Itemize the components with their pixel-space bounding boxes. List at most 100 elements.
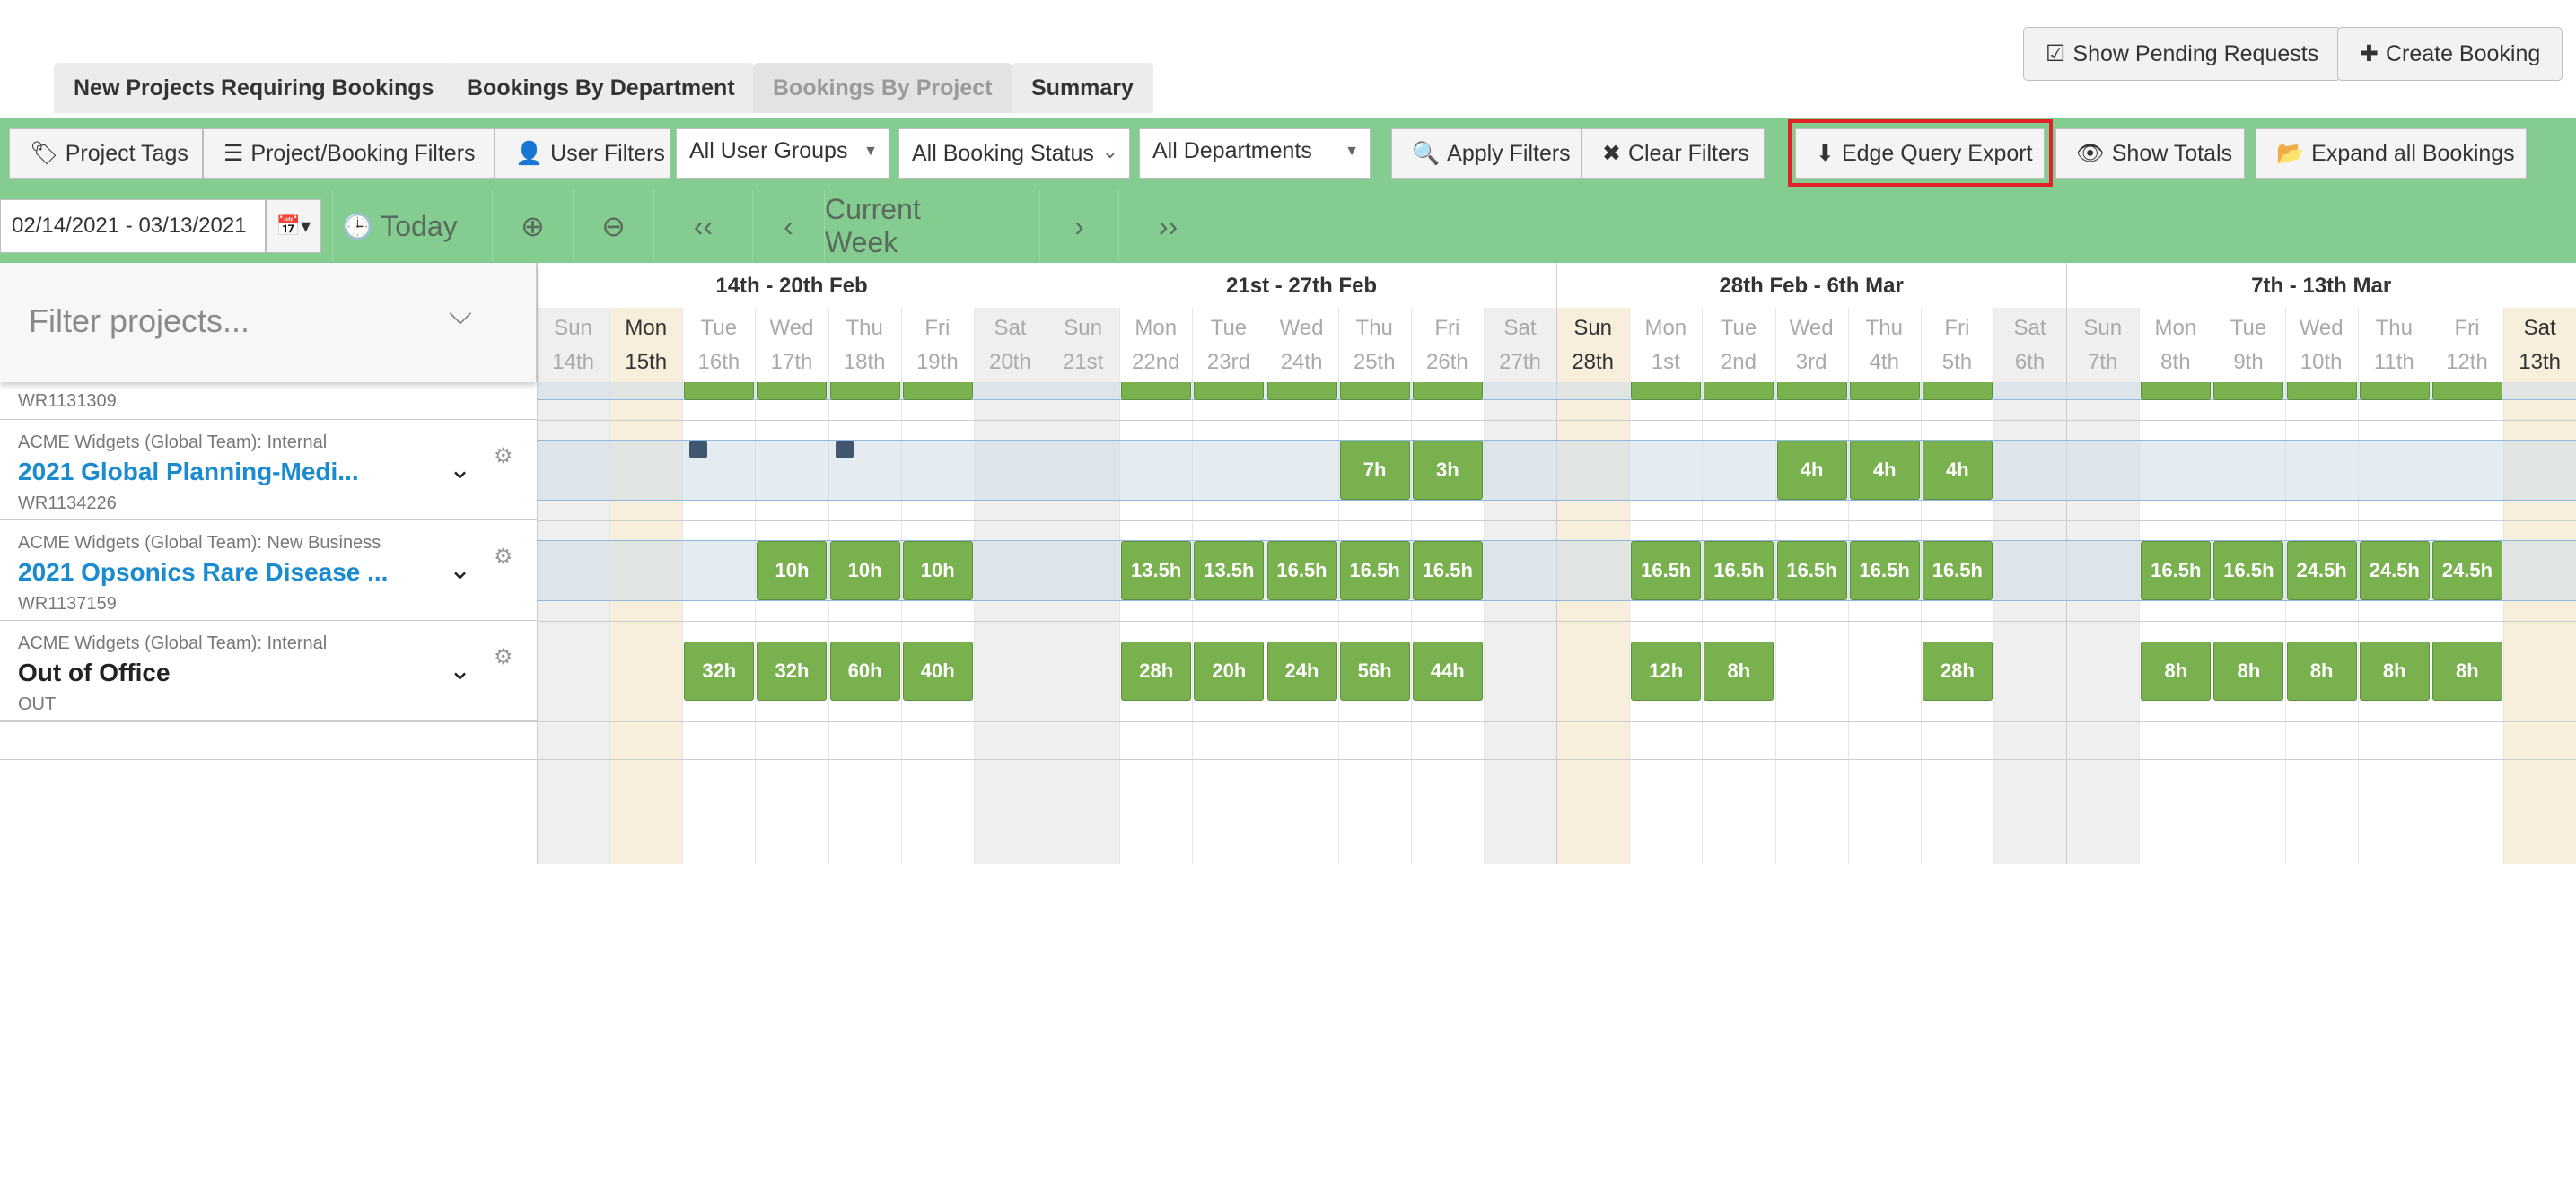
- booking-block[interactable]: [684, 382, 755, 400]
- current-week-button[interactable]: Current Week: [824, 190, 968, 262]
- tab-bookings-by-project[interactable]: Bookings By Project: [753, 63, 1012, 113]
- booking-block[interactable]: 12h: [1631, 642, 1702, 701]
- booking-block[interactable]: 8h: [2286, 642, 2357, 701]
- booking-block[interactable]: 4h: [1849, 441, 1920, 500]
- next-week-button[interactable]: ›: [1039, 190, 1118, 262]
- booking-block[interactable]: 8h: [2141, 642, 2212, 701]
- filter-projects-input[interactable]: Filter projects...: [29, 302, 250, 340]
- booking-block[interactable]: 16.5h: [1776, 541, 1847, 600]
- booking-block[interactable]: 16.5h: [1412, 541, 1483, 600]
- booking-block[interactable]: 44h: [1412, 642, 1483, 701]
- user-filters-button[interactable]: 👤 User Filters: [495, 128, 670, 179]
- departments-select[interactable]: All Departments ▼: [1139, 128, 1371, 179]
- expand-row-chevron-icon[interactable]: ⌄: [449, 554, 471, 586]
- booking-block[interactable]: 16.5h: [2213, 541, 2284, 600]
- booking-block[interactable]: 13.5h: [1194, 541, 1265, 600]
- clear-filters-button[interactable]: ✖ Clear Filters: [1582, 128, 1765, 179]
- booking-block[interactable]: [1266, 382, 1337, 400]
- booking-block[interactable]: 10h: [757, 541, 828, 600]
- booking-block[interactable]: 24h: [1266, 642, 1337, 701]
- zoom-in-button[interactable]: ⊕: [492, 190, 573, 262]
- today-button[interactable]: 🕒 Today: [332, 190, 467, 262]
- booking-block[interactable]: 3h: [1412, 441, 1483, 500]
- pending-marker[interactable]: [689, 441, 708, 458]
- booking-block[interactable]: [1412, 382, 1483, 400]
- booking-block[interactable]: 32h: [757, 642, 828, 701]
- booking-block[interactable]: 7h: [1339, 441, 1410, 500]
- project-booking-filters-button[interactable]: ☰ Project/Booking Filters: [203, 128, 495, 179]
- booking-block[interactable]: 16.5h: [1631, 541, 1702, 600]
- tab-bookings-by-department[interactable]: Bookings By Department: [447, 63, 755, 113]
- booking-block[interactable]: [1704, 382, 1774, 400]
- booking-block[interactable]: [2431, 382, 2502, 400]
- show-pending-requests-button[interactable]: ☑ Show Pending Requests: [2023, 27, 2342, 81]
- gear-icon[interactable]: ⚙: [494, 443, 513, 469]
- booking-block[interactable]: 4h: [1776, 441, 1847, 500]
- booking-block[interactable]: 13.5h: [1121, 541, 1192, 600]
- project-name-link[interactable]: 2021 Global Planning-Medi...: [18, 458, 359, 486]
- booking-block[interactable]: 28h: [1121, 642, 1192, 701]
- tab-summary[interactable]: Summary: [1012, 63, 1153, 113]
- booking-block[interactable]: 16.5h: [1922, 541, 1993, 600]
- previous-week-button[interactable]: ‹: [752, 190, 824, 262]
- booking-block[interactable]: [1339, 382, 1410, 400]
- booking-block[interactable]: [829, 382, 900, 400]
- calendar-dropdown-button[interactable]: 📅▾: [266, 199, 321, 253]
- booking-block[interactable]: 24.5h: [2431, 541, 2502, 600]
- jump-back-button[interactable]: ‹‹: [653, 190, 752, 262]
- create-booking-button[interactable]: ✚ Create Booking: [2337, 27, 2563, 81]
- expand-row-chevron-icon[interactable]: ⌄: [449, 655, 471, 686]
- expand-row-chevron-icon[interactable]: ⌄: [449, 454, 471, 485]
- booking-block[interactable]: 10h: [902, 541, 973, 600]
- booking-block[interactable]: 16.5h: [2141, 541, 2212, 600]
- pending-marker[interactable]: [835, 441, 854, 458]
- booking-block[interactable]: [1631, 382, 1702, 400]
- booking-block[interactable]: 8h: [2213, 642, 2284, 701]
- booking-block[interactable]: 8h: [2359, 642, 2430, 701]
- booking-block[interactable]: 60h: [829, 642, 900, 701]
- booking-block[interactable]: [1849, 382, 1920, 400]
- jump-forward-button[interactable]: ››: [1118, 190, 1217, 262]
- zoom-out-button[interactable]: ⊖: [573, 190, 653, 262]
- show-totals-button[interactable]: 👁 Show Totals: [2055, 128, 2245, 179]
- booking-block[interactable]: 32h: [684, 642, 755, 701]
- booking-block[interactable]: 16.5h: [1339, 541, 1410, 600]
- gear-icon[interactable]: ⚙: [494, 544, 513, 570]
- booking-block[interactable]: 56h: [1339, 642, 1410, 701]
- project-name-link[interactable]: 2021 Opsonics Rare Disease ...: [18, 558, 388, 587]
- project-tags-button[interactable]: 🏷 Project Tags: [9, 128, 203, 179]
- tab-new-projects[interactable]: New Projects Requiring Bookings: [54, 63, 454, 113]
- booking-block[interactable]: 16.5h: [1266, 541, 1337, 600]
- booking-block[interactable]: 24.5h: [2359, 541, 2430, 600]
- booking-block[interactable]: 20h: [1194, 642, 1265, 701]
- booking-block[interactable]: 8h: [1704, 642, 1774, 701]
- folder-open-icon: 📂: [2276, 140, 2305, 166]
- gear-icon[interactable]: ⚙: [494, 644, 513, 670]
- booking-block[interactable]: [902, 382, 973, 400]
- booking-block[interactable]: 16.5h: [1704, 541, 1774, 600]
- filter-projects-dropdown[interactable]: Filter projects... ⌵: [0, 263, 537, 382]
- booking-status-select[interactable]: All Booking Status ⌄: [898, 128, 1130, 179]
- booking-block[interactable]: 4h: [1922, 441, 1993, 500]
- booking-block[interactable]: 40h: [902, 642, 973, 701]
- booking-block[interactable]: [1194, 382, 1265, 400]
- booking-block[interactable]: [2141, 382, 2212, 400]
- chevron-down-icon[interactable]: ⌵: [449, 297, 472, 332]
- user-groups-select[interactable]: All User Groups ▼: [676, 128, 889, 179]
- booking-block[interactable]: [757, 382, 828, 400]
- booking-block[interactable]: [1121, 382, 1192, 400]
- project-row: WR1131309: [0, 382, 537, 420]
- apply-filters-button[interactable]: 🔍 Apply Filters: [1391, 128, 1582, 179]
- booking-block[interactable]: 16.5h: [1849, 541, 1920, 600]
- booking-block[interactable]: 24.5h: [2286, 541, 2357, 600]
- expand-all-bookings-button[interactable]: 📂 Expand all Bookings: [2256, 128, 2527, 179]
- booking-block[interactable]: [1776, 382, 1847, 400]
- booking-block[interactable]: [2213, 382, 2284, 400]
- booking-block[interactable]: [2286, 382, 2357, 400]
- booking-block[interactable]: [2359, 382, 2430, 400]
- booking-block[interactable]: 8h: [2431, 642, 2502, 701]
- date-range-input[interactable]: 02/14/2021 - 03/13/2021: [0, 199, 266, 253]
- booking-block[interactable]: [1922, 382, 1993, 400]
- booking-block[interactable]: 28h: [1922, 642, 1993, 701]
- booking-block[interactable]: 10h: [829, 541, 900, 600]
